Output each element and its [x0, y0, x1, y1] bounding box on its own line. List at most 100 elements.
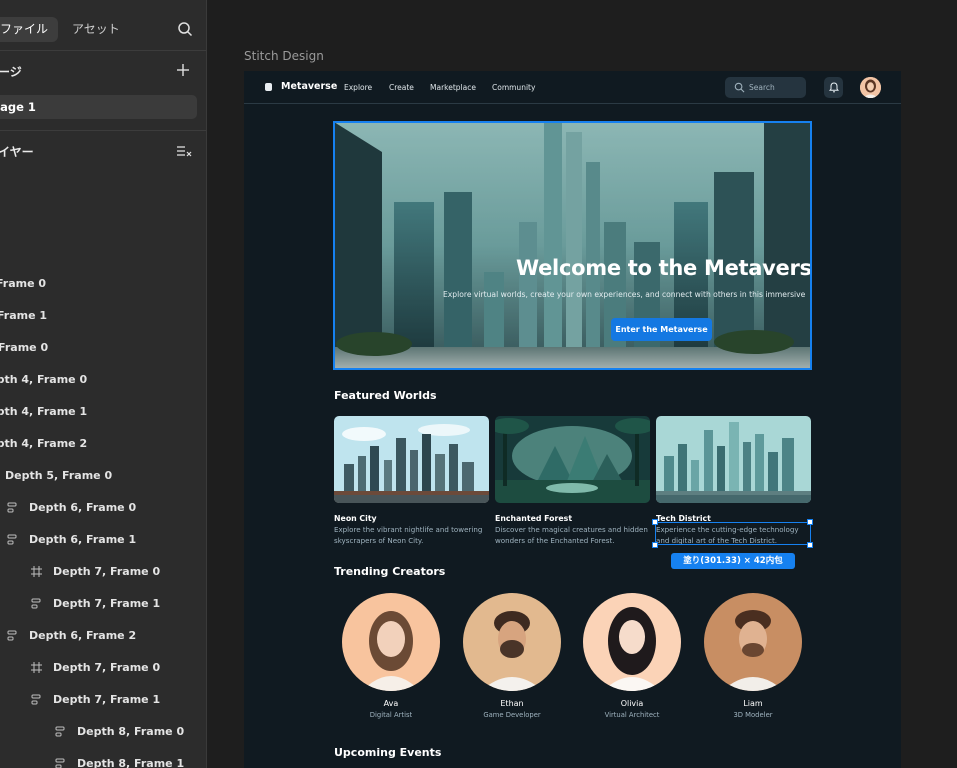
hero-title: Welcome to the Metaverse: [516, 256, 811, 280]
layer-row[interactable]: Depth 8, Frame 1: [54, 753, 184, 768]
design-frame[interactable]: Metaverse Explore Create Marketplace Com…: [244, 71, 901, 768]
brand-name[interactable]: Metaverse: [281, 81, 337, 92]
layer-row[interactable]: Depth 3, Frame 0: [0, 337, 48, 357]
nav-link-community[interactable]: Community: [492, 83, 535, 92]
creator-name: Ava: [383, 699, 399, 708]
creator-avatar: [463, 593, 561, 691]
layer-label: Depth 4, Frame 0: [0, 372, 88, 386]
layer-row[interactable]: Depth 4, Frame 1: [0, 401, 87, 421]
autolayout-icon: [30, 693, 43, 706]
featured-worlds-title: Featured Worlds: [334, 389, 437, 402]
world-card-neon-city[interactable]: Neon City Explore the vibrant nightlife …: [334, 416, 489, 545]
layer-row[interactable]: Depth 7, Frame 1: [30, 593, 160, 613]
layer-row[interactable]: Depth 6, Frame 0: [6, 497, 136, 517]
notifications-button[interactable]: [824, 77, 843, 98]
world-name: Neon City: [334, 514, 377, 523]
layer-label: Frame 1: [0, 308, 48, 322]
resize-handle[interactable]: [807, 542, 813, 548]
top-nav: Metaverse Explore Create Marketplace Com…: [244, 71, 901, 104]
divider: [0, 50, 206, 51]
dimension-badge: 塗り(301.33) × 42内包: [671, 553, 795, 569]
layer-row[interactable]: Depth 4, Frame 0: [0, 369, 87, 389]
resize-handle[interactable]: [652, 542, 658, 548]
layer-row[interactable]: Frame 0: [0, 273, 46, 293]
avatar[interactable]: [860, 77, 881, 98]
search-icon: [734, 82, 745, 93]
divider: [0, 130, 206, 131]
layer-label: Depth 8, Frame 1: [77, 756, 185, 768]
enter-metaverse-button[interactable]: Enter the Metaverse: [611, 318, 712, 341]
creator-name: Liam: [743, 699, 763, 708]
layer-label: Depth 6, Frame 2: [29, 628, 137, 642]
add-page-icon[interactable]: [176, 62, 194, 80]
nav-link-explore[interactable]: Explore: [344, 83, 372, 92]
layer-row[interactable]: Depth 6, Frame 2: [6, 625, 136, 645]
layer-row[interactable]: Depth 6, Frame 1: [6, 529, 136, 549]
layer-label: Depth 8, Frame 0: [77, 724, 185, 738]
world-thumbnail: [656, 416, 811, 503]
sidebar-tabs: ファイル アセット: [0, 17, 130, 42]
world-thumbnail: [495, 416, 650, 503]
frame-label[interactable]: Stitch Design: [244, 49, 324, 63]
hero-city-image: [334, 122, 811, 368]
world-card-tech-district[interactable]: Tech District Experience the cutting-edg…: [656, 416, 811, 545]
search-input[interactable]: Search: [725, 77, 806, 98]
resize-handle[interactable]: [652, 519, 658, 525]
trending-creators-title: Trending Creators: [334, 565, 446, 578]
creator-card-ethan[interactable]: Ethan Game Developer: [462, 593, 562, 719]
text-selection-box[interactable]: [655, 522, 811, 545]
layer-label: Depth 4, Frame 2: [0, 436, 88, 450]
nav-link-create[interactable]: Create: [389, 83, 414, 92]
search-placeholder: Search: [749, 83, 775, 92]
bell-icon: [829, 82, 839, 93]
autolayout-icon: [30, 597, 43, 610]
layer-row[interactable]: Frame 1: [0, 305, 47, 325]
creator-role: Digital Artist: [369, 711, 413, 719]
creator-avatar: [704, 593, 802, 691]
layer-label: Depth 4, Frame 1: [0, 404, 88, 418]
layers-title: レイヤー: [0, 145, 34, 159]
layer-label: Frame 0: [0, 276, 47, 290]
layer-row[interactable]: Depth 5, Frame 0: [0, 465, 112, 485]
page-item[interactable]: Page 1: [0, 95, 197, 119]
nav-link-marketplace[interactable]: Marketplace: [430, 83, 476, 92]
world-name: Enchanted Forest: [495, 514, 573, 523]
resize-handle[interactable]: [807, 519, 813, 525]
layer-row[interactable]: Depth 8, Frame 0: [54, 721, 184, 741]
layer-label: Depth 7, Frame 1: [53, 596, 161, 610]
creator-avatar: [342, 593, 440, 691]
search-icon[interactable]: [177, 21, 195, 39]
layer-row[interactable]: Depth 4, Frame 2: [0, 433, 87, 453]
world-description: Discover the magical creatures and hidde…: [495, 525, 648, 545]
creator-avatar: [583, 593, 681, 691]
creator-role: Virtual Architect: [604, 711, 660, 719]
hash-frame-icon: [30, 661, 43, 674]
tab-assets[interactable]: アセット: [62, 17, 130, 42]
layer-row[interactable]: Depth 7, Frame 1: [30, 689, 160, 709]
layer-label: Depth 7, Frame 0: [53, 564, 161, 578]
logo-icon: [265, 83, 272, 91]
autolayout-icon: [6, 501, 19, 514]
layer-label: Depth 7, Frame 1: [53, 692, 161, 706]
layer-row[interactable]: Depth 7, Frame 0: [30, 657, 160, 677]
layer-row[interactable]: Depth 7, Frame 0: [30, 561, 160, 581]
world-description: Explore the vibrant nightlife and toweri…: [334, 525, 483, 545]
hero-subtitle: Explore virtual worlds, create your own …: [443, 290, 806, 299]
autolayout-icon: [6, 533, 19, 546]
world-card-enchanted-forest[interactable]: Enchanted Forest Discover the magical cr…: [495, 416, 650, 545]
layers-sidebar: ファイル アセット ページ Page 1 レイヤー Frame 0 Frame …: [0, 0, 207, 768]
creator-role: Game Developer: [483, 711, 541, 719]
layer-label: Depth 3, Frame 0: [0, 340, 49, 354]
hero-banner: Welcome to the Metaverse Explore virtual…: [334, 122, 811, 368]
layer-label: Depth 6, Frame 1: [29, 532, 137, 546]
creator-name: Olivia: [620, 699, 644, 708]
layer-label: Depth 7, Frame 0: [53, 660, 161, 674]
collapse-layers-icon[interactable]: [176, 143, 194, 161]
tab-file[interactable]: ファイル: [0, 17, 59, 42]
creator-card-liam[interactable]: Liam 3D Modeler: [703, 593, 803, 719]
creator-card-olivia[interactable]: Olivia Virtual Architect: [582, 593, 682, 719]
layer-label: Depth 5, Frame 0: [5, 468, 113, 482]
autolayout-icon: [54, 725, 67, 738]
creator-card-ava[interactable]: Ava Digital Artist: [341, 593, 441, 719]
layer-label: Depth 6, Frame 0: [29, 500, 137, 514]
